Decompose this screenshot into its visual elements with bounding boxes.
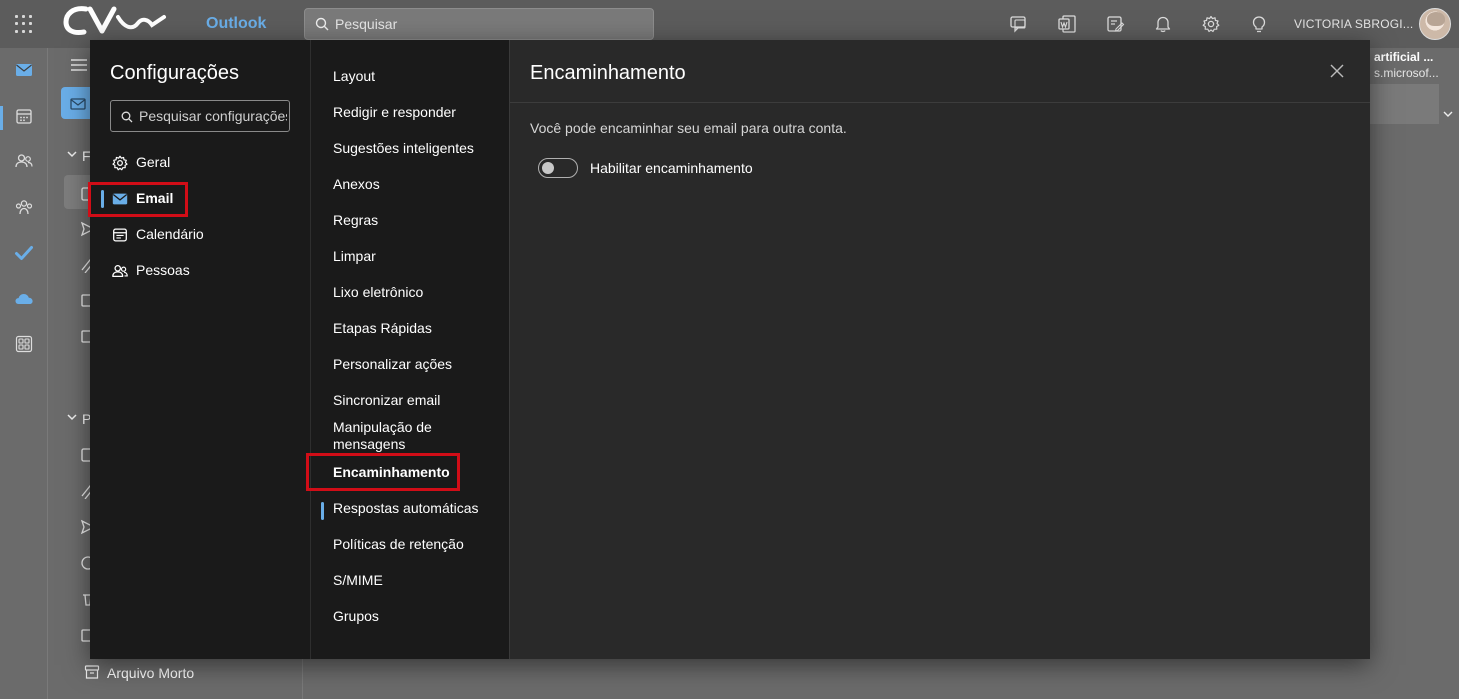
subnav-politicas-de-retencao[interactable]: Políticas de retenção — [333, 536, 503, 553]
groups-icon[interactable] — [14, 197, 34, 217]
user-name[interactable]: VICTORIA SBROGI... — [1294, 17, 1413, 31]
category-label: Geral — [136, 154, 171, 170]
subnav-grupos[interactable]: Grupos — [333, 608, 503, 625]
subnav-etapas-rapidas[interactable]: Etapas Rápidas — [333, 320, 503, 337]
enable-forwarding-toggle[interactable] — [538, 158, 578, 178]
message-preview-column: artificial ... s.microsof... — [1370, 48, 1459, 699]
settings-search-box[interactable] — [110, 100, 290, 132]
subnav-lixo-eletronico[interactable]: Lixo eletrônico — [333, 284, 503, 301]
forwarding-description: Você pode encaminhar seu email para outr… — [530, 120, 847, 136]
chat-icon[interactable] — [1009, 14, 1029, 34]
category-pessoas[interactable]: Pessoas — [102, 252, 298, 288]
subnav-encaminhamento[interactable]: Encaminhamento — [333, 464, 503, 481]
onedrive-cloud-icon[interactable] — [14, 289, 34, 309]
subnav-limpar[interactable]: Limpar — [333, 248, 503, 265]
gear-icon[interactable] — [1201, 14, 1221, 34]
category-label: Calendário — [136, 226, 204, 242]
subnav-sincronizar-email[interactable]: Sincronizar email — [333, 392, 503, 409]
toggle-knob — [542, 162, 554, 174]
app-rail — [0, 48, 48, 699]
subnav-personalizar-acoes[interactable]: Personalizar ações — [333, 356, 503, 373]
word-icon[interactable] — [1057, 14, 1077, 34]
category-label: Pessoas — [136, 262, 190, 278]
search-box[interactable] — [304, 8, 654, 40]
subnav-layout[interactable]: Layout — [333, 68, 503, 85]
category-label: Email — [136, 190, 174, 206]
rail-active-indicator — [0, 106, 3, 130]
settings-dialog: Configurações Geral Email — [88, 40, 1370, 659]
panel-title: Encaminhamento — [530, 62, 686, 84]
subnav-sugestoes-inteligentes[interactable]: Sugestões inteligentes — [333, 140, 503, 157]
cvc-logo-icon[interactable] — [62, 3, 168, 39]
todo-check-icon[interactable] — [14, 243, 34, 263]
bell-icon[interactable] — [1153, 14, 1173, 34]
subnav-regras[interactable]: Regras — [333, 212, 503, 229]
preview-toolbar — [1370, 84, 1439, 124]
archive-folder-label[interactable]: Arquivo Morto — [107, 665, 194, 681]
category-geral[interactable]: Geral — [102, 144, 298, 180]
people-icon[interactable] — [14, 151, 34, 171]
apps-grid-icon[interactable] — [14, 334, 34, 354]
people-icon — [112, 264, 128, 278]
subnav-smime[interactable]: S/MIME — [333, 572, 503, 589]
hamburger-menu-icon[interactable] — [70, 57, 88, 73]
chevron-down-icon[interactable] — [1442, 108, 1454, 120]
subnav-redigir-e-responder[interactable]: Redigir e responder — [333, 104, 503, 121]
note-icon[interactable] — [1105, 14, 1125, 34]
divider — [510, 102, 1370, 103]
email-settings-subnav: Layout Redigir e responder Sugestões int… — [306, 40, 510, 659]
mail-icon[interactable] — [14, 60, 34, 80]
subnav-active-indicator — [321, 502, 324, 520]
lightbulb-icon[interactable] — [1249, 14, 1269, 34]
search-input[interactable] — [335, 9, 645, 39]
category-email[interactable]: Email — [101, 180, 298, 216]
chevron-down-icon[interactable] — [66, 148, 78, 160]
gear-icon — [112, 155, 128, 171]
enable-forwarding-label[interactable]: Habilitar encaminhamento — [590, 160, 753, 176]
calendar-icon[interactable] — [14, 106, 34, 126]
new-mail-icon — [70, 98, 86, 110]
settings-categories-pane: Configurações Geral Email — [88, 40, 310, 659]
settings-title: Configurações — [110, 62, 239, 84]
waffle-icon[interactable] — [14, 14, 34, 34]
search-icon — [121, 111, 133, 123]
archive-icon[interactable] — [84, 664, 100, 680]
chevron-down-icon[interactable] — [66, 411, 78, 423]
close-icon[interactable] — [1328, 62, 1346, 80]
category-calendario[interactable]: Calendário — [102, 216, 298, 252]
forwarding-settings-panel: Encaminhamento Você pode encaminhar seu … — [510, 40, 1370, 659]
settings-search-input[interactable] — [139, 101, 287, 131]
subnav-manipulacao-de-mensagens[interactable]: Manipulação de mensagens — [333, 419, 453, 453]
avatar[interactable] — [1419, 8, 1451, 40]
subnav-anexos[interactable]: Anexos — [333, 176, 503, 193]
search-icon — [315, 17, 329, 31]
app-name[interactable]: Outlook — [206, 15, 266, 33]
subnav-respostas-automaticas[interactable]: Respostas automáticas — [333, 500, 503, 517]
calendar-icon — [113, 228, 127, 242]
preview-sender[interactable]: s.microsof... — [1374, 66, 1439, 80]
mail-icon — [112, 193, 128, 205]
preview-subject[interactable]: artificial ... — [1374, 50, 1433, 64]
